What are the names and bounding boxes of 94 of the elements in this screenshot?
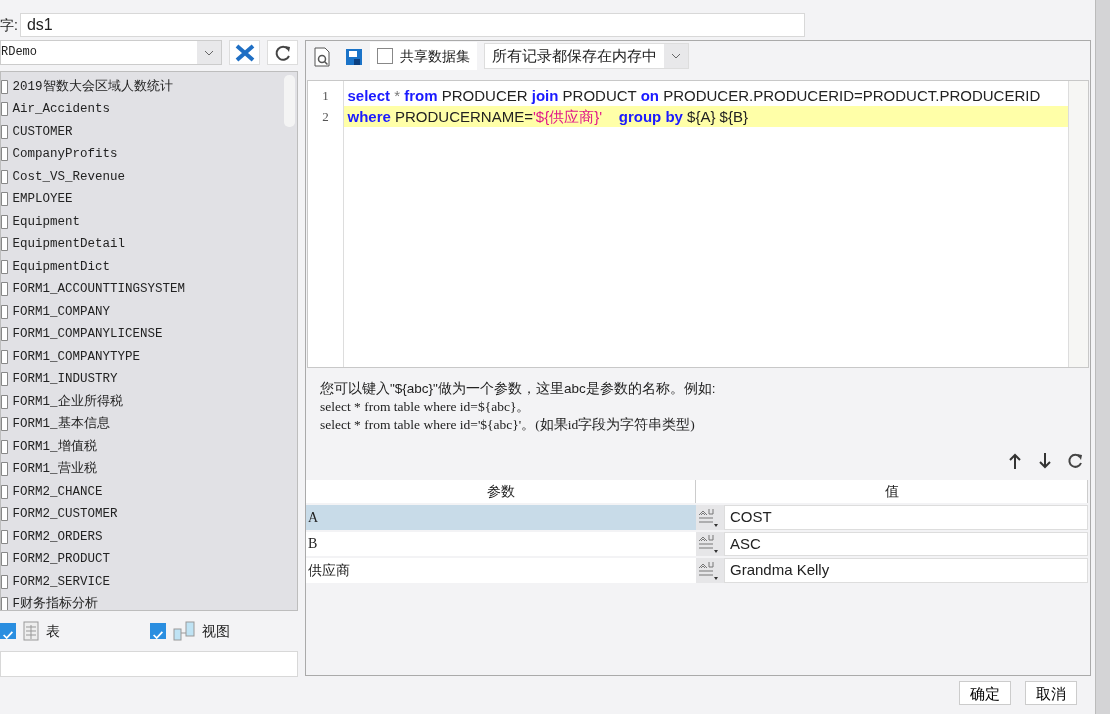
table-item[interactable]: 2019智数大会区域人数统计 — [12, 75, 173, 98]
table-item[interactable]: FORM1_营业税 — [12, 458, 97, 481]
hint-text: 您可以键入"${abc}"做为一个参数，这里abc是参数的名称。例如: — [320, 380, 717, 398]
document-icon — [1, 79, 9, 94]
document-icon — [1, 417, 9, 432]
table-item[interactable]: FORM1_ACCOUNTTINGSYSTEM — [12, 278, 186, 301]
document-icon — [1, 439, 9, 454]
table-item[interactable]: FORM1_COMPANYTYPE — [12, 345, 141, 368]
name-field[interactable]: ds1 — [19, 13, 805, 37]
document-icon — [1, 507, 9, 522]
document-icon — [1, 192, 9, 207]
table-icon — [23, 621, 39, 641]
value-field[interactable]: Grandma Kelly — [724, 558, 1088, 583]
code-line: select * from PRODUCER join PRODUCT on PRODUCER.PRODUCERID=PRODUCT.PRODUCERID — [346, 85, 1042, 106]
value-field[interactable]: ASC — [724, 531, 1088, 556]
table-item[interactable]: FORM1_COMPANYLICENSE — [12, 323, 163, 346]
type-icon[interactable] — [697, 560, 719, 581]
line-number: 2 — [321, 107, 330, 126]
sql-editor[interactable]: 1 2 select * from PRODUCER join PRODUCT on PRODUCER.PRODUCERID=PRODUCT.PRODUCERID where PRODUCERNAME='${供应商}' group by ${A} ${B} — [307, 80, 1089, 368]
table-item[interactable]: FORM2_PRODUCT — [12, 548, 111, 571]
caret-icon — [204, 49, 214, 56]
tools-button[interactable] — [229, 40, 260, 65]
table-item[interactable]: FORM1_企业所得税 — [12, 390, 123, 413]
filter-label: 视图 — [202, 621, 230, 641]
document-icon — [1, 597, 9, 610]
type-icon[interactable] — [697, 507, 719, 528]
document-icon — [1, 462, 9, 477]
dialog-button[interactable]: 取消 — [1025, 681, 1077, 705]
parameter-name[interactable]: A — [306, 505, 696, 530]
document-icon — [1, 259, 9, 274]
refresh-button[interactable] — [267, 40, 298, 65]
table-item[interactable]: FORM2_SERVICE — [12, 570, 111, 593]
document-icon — [1, 574, 9, 589]
table-item[interactable]: Equipment — [12, 210, 80, 233]
document-icon — [1, 349, 9, 364]
preview-icon — [313, 46, 331, 67]
field-label: 字: — [0, 15, 18, 35]
document-icon — [1, 552, 9, 567]
table-item[interactable]: Air_Accidents — [12, 98, 111, 121]
move-down-icon — [1037, 452, 1053, 471]
filter-label: 表 — [46, 621, 60, 641]
scrollbar[interactable] — [1068, 81, 1088, 367]
document-icon — [1, 372, 9, 387]
dialog-button[interactable]: 确定 — [959, 681, 1011, 705]
table-item[interactable]: FORM1_增值税 — [12, 435, 97, 458]
column-header: 值 — [696, 480, 1088, 503]
table-item[interactable]: FORM2_CHANCE — [12, 480, 103, 503]
table-item[interactable]: CompanyProfits — [12, 143, 118, 166]
checkbox[interactable] — [377, 48, 393, 64]
table-item[interactable]: EquipmentDict — [12, 255, 111, 278]
document-icon — [1, 124, 9, 139]
document-icon — [1, 394, 9, 409]
preview-button[interactable] — [313, 45, 331, 67]
document-icon — [1, 327, 9, 342]
view-icon — [173, 621, 195, 641]
table-item[interactable]: FORM2_CUSTOMER — [12, 503, 118, 526]
table-item[interactable]: Cost_VS_Revenue — [12, 165, 126, 188]
hint-text: select * from table where id='${abc}'。(如果id字段为字符串类型) — [320, 416, 696, 434]
column-header: 参数 — [306, 480, 696, 503]
checkbox[interactable] — [150, 623, 166, 639]
table-item[interactable]: F财务指标分析 — [12, 593, 98, 610]
document-icon — [1, 304, 9, 319]
parameter-name[interactable]: 供应商 — [306, 558, 696, 583]
save-icon — [345, 47, 363, 66]
document-icon — [1, 529, 9, 544]
refresh-icon — [273, 43, 292, 62]
type-icon[interactable] — [697, 534, 719, 555]
document-icon — [1, 102, 9, 117]
document-icon — [1, 237, 9, 252]
refresh-icon — [1067, 452, 1083, 471]
table-item[interactable]: FORM1_基本信息 — [12, 413, 110, 436]
table-item[interactable]: EquipmentDetail — [12, 233, 126, 256]
filter-field[interactable] — [0, 651, 298, 677]
move-down-button[interactable] — [1037, 450, 1053, 471]
document-icon — [1, 147, 9, 162]
table-item[interactable]: FORM1_INDUSTRY — [12, 368, 118, 391]
table-item[interactable]: CUSTOMER — [12, 120, 73, 143]
move-up-icon — [1007, 452, 1023, 471]
line-number: 1 — [321, 86, 330, 105]
document-icon — [1, 282, 9, 297]
storage-dropdown[interactable]: 所有记录都保存在内存中 — [484, 43, 689, 69]
table-item[interactable]: FORM1_COMPANY — [12, 300, 111, 323]
document-icon — [1, 484, 9, 499]
table-item[interactable]: FORM2_ORDERS — [12, 525, 103, 548]
caret-icon — [671, 53, 681, 59]
checkbox[interactable] — [0, 623, 16, 639]
checkbox-label: 共享数据集 — [400, 46, 470, 66]
connection-dropdown[interactable]: RDemo — [0, 40, 222, 65]
value-field[interactable]: COST — [724, 505, 1088, 530]
hint-text: select * from table where id=${abc}。 — [320, 398, 532, 416]
table-item[interactable]: EMPLOYEE — [12, 188, 73, 211]
document-icon — [1, 169, 9, 184]
document-icon — [1, 214, 9, 229]
parameter-name[interactable]: B — [306, 531, 696, 556]
